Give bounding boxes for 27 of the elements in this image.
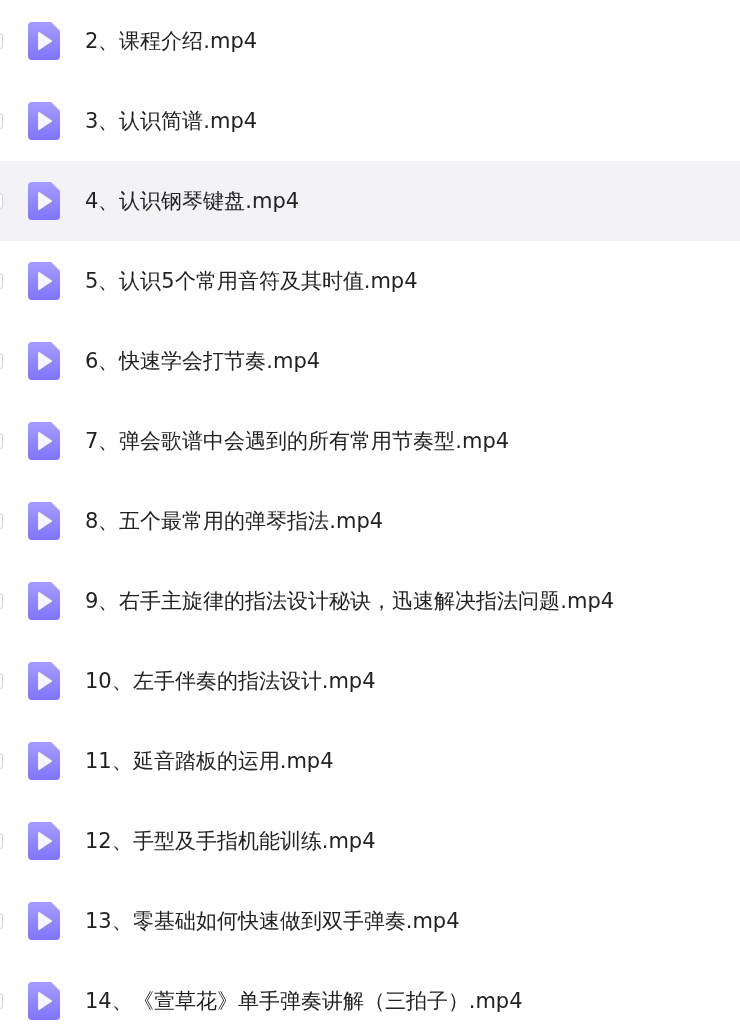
video-file-icon — [28, 22, 60, 60]
file-name: 9、右手主旋律的指法设计秘诀，迅速解决指法问题.mp4 — [85, 588, 615, 615]
video-file-icon — [28, 422, 60, 460]
file-name: 8、五个最常用的弹琴指法.mp4 — [85, 508, 384, 535]
file-row[interactable]: 4、认识钢琴键盘.mp4 — [0, 161, 740, 241]
video-file-icon — [28, 262, 60, 300]
file-name: 7、弹会歌谱中会遇到的所有常用节奏型.mp4 — [85, 428, 510, 455]
file-name: 13、零基础如何快速做到双手弹奏.mp4 — [85, 908, 460, 935]
file-name: 5、认识5个常用音符及其时值.mp4 — [85, 268, 418, 295]
video-file-icon — [28, 982, 60, 1020]
video-file-icon — [28, 902, 60, 940]
file-name: 6、快速学会打节奏.mp4 — [85, 348, 321, 375]
video-file-icon — [28, 662, 60, 700]
video-file-icon — [28, 742, 60, 780]
video-file-icon — [28, 822, 60, 860]
file-name: 4、认识钢琴键盘.mp4 — [85, 188, 300, 215]
video-file-icon — [28, 342, 60, 380]
video-file-icon — [28, 182, 60, 220]
file-name: 10、左手伴奏的指法设计.mp4 — [85, 668, 376, 695]
file-name: 14、《萱草花》单手弹奏讲解（三拍子）.mp4 — [85, 988, 523, 1015]
file-name: 12、手型及手指机能训练.mp4 — [85, 828, 376, 855]
video-file-icon — [28, 582, 60, 620]
video-file-icon — [28, 502, 60, 540]
file-name: 11、延音踏板的运用.mp4 — [85, 748, 334, 775]
file-name: 3、认识简谱.mp4 — [85, 108, 258, 135]
video-file-icon — [28, 102, 60, 140]
file-name: 2、课程介绍.mp4 — [85, 28, 258, 55]
